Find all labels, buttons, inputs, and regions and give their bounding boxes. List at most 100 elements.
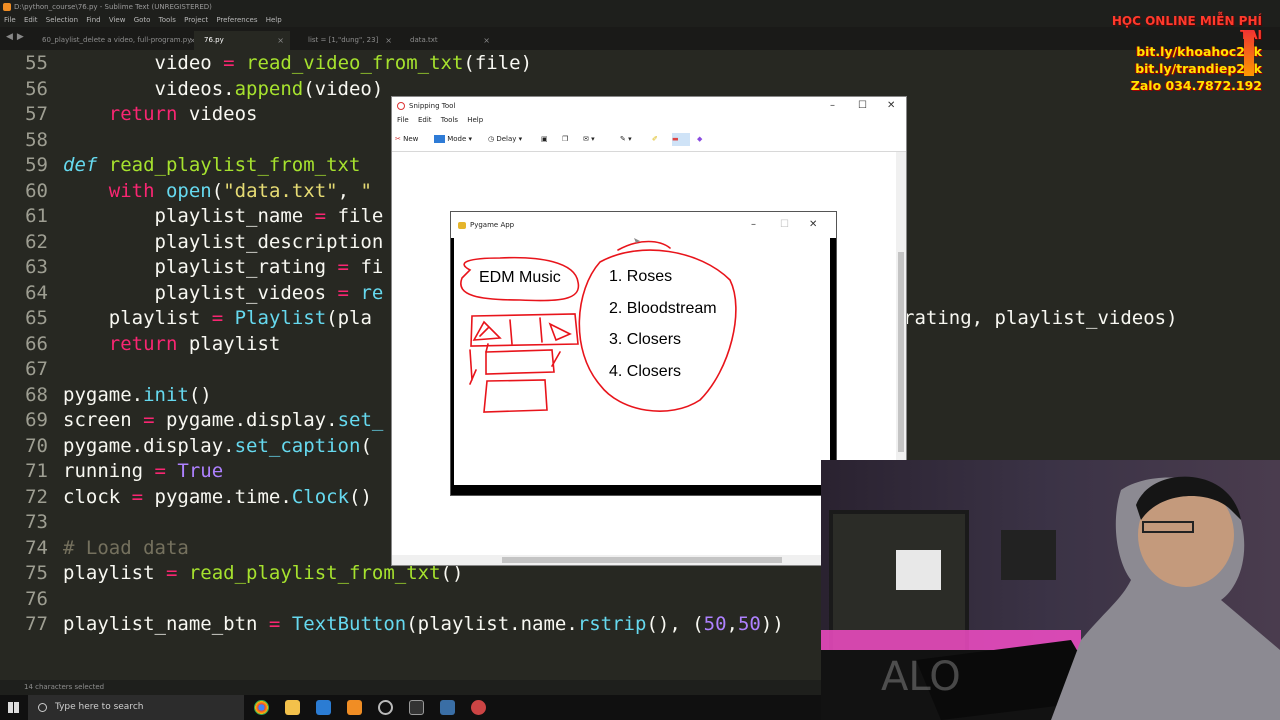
tab-label: 76.py xyxy=(204,36,224,44)
minimize-icon[interactable]: – xyxy=(830,97,835,115)
brand-ribbon xyxy=(1244,30,1254,76)
snip-menu-bar: File Edit Tools Help xyxy=(392,116,485,128)
brand-link: bit.ly/trandiep20k xyxy=(1135,61,1262,76)
maximize-icon[interactable]: ☐ xyxy=(858,97,867,115)
brand-phone: Zalo 034.7872.192 xyxy=(1130,78,1262,93)
line-number: 58 xyxy=(25,128,48,151)
brand-link: bit.ly/khoahoc20k xyxy=(1136,44,1262,59)
terminal-icon[interactable] xyxy=(409,700,424,715)
send-icon[interactable]: ✉ ▾ xyxy=(583,133,595,146)
code-line: playlist_videos = re xyxy=(63,281,384,304)
pygame-window: Pygame App – ☐ ✕ EDM Music 1. Roses 2. B… xyxy=(450,211,837,496)
close-icon[interactable]: × xyxy=(277,31,284,50)
tab-label: list = [1,"dung", 23] xyxy=(308,36,379,44)
menu-help[interactable]: Help xyxy=(266,14,282,27)
menu-selection[interactable]: Selection xyxy=(46,14,78,27)
close-icon[interactable]: ✕ xyxy=(809,212,817,238)
song-item[interactable]: 2. Bloodstream xyxy=(609,300,717,332)
close-icon[interactable]: × xyxy=(385,31,392,50)
pygame-surface: EDM Music 1. Roses 2. Bloodstream 3. Clo… xyxy=(454,238,830,485)
eraser-icon[interactable]: ▬ xyxy=(672,133,690,146)
taskbar-search[interactable]: Type here to search xyxy=(28,695,244,720)
menu-tools[interactable]: Tools xyxy=(159,14,176,27)
sublime-taskbar-icon[interactable] xyxy=(347,700,362,715)
code-line: playlist_rating = fi xyxy=(63,256,384,278)
search-icon xyxy=(38,703,47,712)
tab-list[interactable]: list = [1,"dung", 23] × xyxy=(298,31,398,50)
line-number: 63 xyxy=(25,256,48,278)
snip-menu-edit[interactable]: Edit xyxy=(418,116,432,124)
code-line: screen = pygame.display.set_ xyxy=(63,409,384,431)
menu-view[interactable]: View xyxy=(109,14,126,27)
line-number: 65 xyxy=(25,307,48,329)
highlighter-icon[interactable]: ✐ xyxy=(652,133,658,146)
scrollbar-thumb[interactable] xyxy=(898,252,904,452)
code-line-tail: rating, playlist_videos) xyxy=(903,307,1178,329)
menu-project[interactable]: Project xyxy=(184,14,208,27)
python-icon[interactable] xyxy=(440,700,455,715)
tab-76py[interactable]: 76.py × xyxy=(194,31,290,50)
code-line: return videos xyxy=(108,103,258,125)
snip-menu-tools[interactable]: Tools xyxy=(441,116,458,124)
song-item[interactable]: 3. Closers xyxy=(609,331,717,363)
window-titlebar: D:\python_course\76.py - Sublime Text (U… xyxy=(0,0,1280,14)
menu-find[interactable]: Find xyxy=(86,14,100,27)
mode-button[interactable]: Mode ▾ xyxy=(434,133,472,146)
window-title: D:\python_course\76.py - Sublime Text (U… xyxy=(14,3,212,11)
paint3d-icon[interactable]: ◆ xyxy=(697,133,702,146)
channel-branding: HỌC ONLINE MIỄN PHÍ TẠI bit.ly/khoahoc20… xyxy=(1110,14,1280,95)
mail-icon[interactable] xyxy=(316,700,331,715)
line-number: 66 xyxy=(25,332,48,355)
minimize-icon[interactable]: – xyxy=(751,212,756,238)
close-icon[interactable]: × xyxy=(483,31,490,50)
obs-icon[interactable] xyxy=(378,700,393,715)
line-number: 75 xyxy=(25,562,48,584)
line-number: 64 xyxy=(25,281,48,304)
tab-playlist-delete[interactable]: 60_playlist_delete a video, full-program… xyxy=(32,31,202,50)
song-item[interactable]: 1. Roses xyxy=(609,268,717,300)
file-explorer-icon[interactable] xyxy=(285,700,300,715)
tab-data-txt[interactable]: data.txt × xyxy=(400,31,496,50)
save-icon[interactable]: ▣ xyxy=(541,133,548,146)
song-item[interactable]: 4. Closers xyxy=(609,363,717,395)
snip-menu-help[interactable]: Help xyxy=(467,116,483,124)
chrome-icon[interactable] xyxy=(254,700,269,715)
code-line: video = read_video_from_txt(file) xyxy=(63,52,533,74)
mode-icon xyxy=(434,135,445,143)
new-snip-button[interactable]: ✂ New xyxy=(395,133,418,146)
code-line: def read_playlist_from_txt xyxy=(63,154,361,176)
menu-preferences[interactable]: Preferences xyxy=(216,14,257,27)
line-number: 77 xyxy=(25,613,48,635)
windows-start-icon[interactable] xyxy=(8,702,19,713)
maximize-icon[interactable]: ☐ xyxy=(780,212,789,238)
code-line: running = True xyxy=(63,460,224,482)
snip-menu-file[interactable]: File xyxy=(397,116,409,124)
sublime-icon xyxy=(3,3,11,11)
line-number: 71 xyxy=(25,460,48,482)
tab-nav-arrows-icon[interactable]: ◀▶ xyxy=(6,32,28,42)
copy-icon[interactable]: ❐ xyxy=(562,133,568,146)
line-number: 74 xyxy=(25,536,48,559)
status-text: 14 characters selected xyxy=(24,683,105,691)
menu-edit[interactable]: Edit xyxy=(24,14,38,27)
snipping-tool-icon[interactable] xyxy=(471,700,486,715)
menu-goto[interactable]: Goto xyxy=(134,14,151,27)
pen-icon[interactable]: ✎ ▾ xyxy=(620,133,632,146)
line-number: 76 xyxy=(25,587,48,610)
song-list: 1. Roses 2. Bloodstream 3. Closers 4. Cl… xyxy=(609,268,717,394)
speaker xyxy=(1001,530,1056,580)
line-number: 59 xyxy=(25,154,48,176)
line-number: 72 xyxy=(25,485,48,508)
close-icon[interactable]: ✕ xyxy=(887,97,895,115)
line-number: 61 xyxy=(25,205,48,227)
code-line: pygame.init() xyxy=(63,383,212,406)
scrollbar-thumb[interactable] xyxy=(502,557,782,563)
delay-button[interactable]: ◷ Delay ▾ xyxy=(488,133,522,146)
line-number: 56 xyxy=(25,77,48,100)
menu-bar: File Edit Selection Find View Goto Tools… xyxy=(0,14,1280,27)
menu-file[interactable]: File xyxy=(4,14,16,27)
line-number: 62 xyxy=(25,230,48,253)
snip-title: Snipping Tool xyxy=(409,102,456,110)
line-number: 73 xyxy=(25,511,48,533)
playlist-title-button[interactable]: EDM Music xyxy=(479,269,561,287)
